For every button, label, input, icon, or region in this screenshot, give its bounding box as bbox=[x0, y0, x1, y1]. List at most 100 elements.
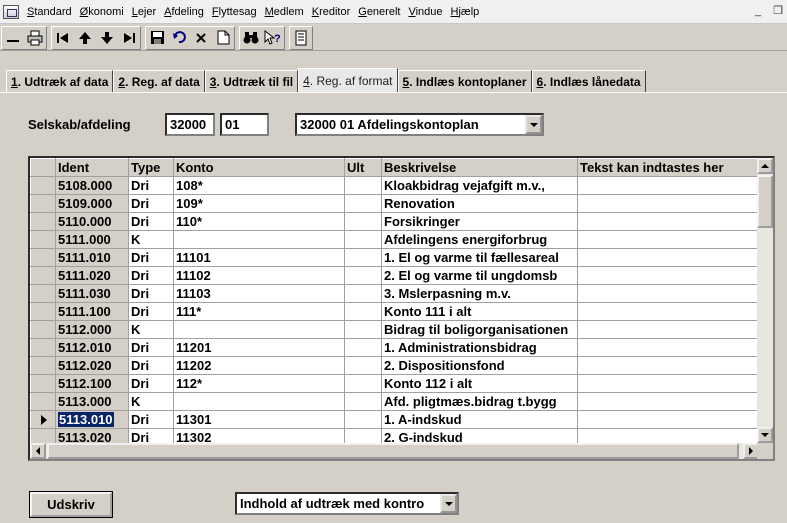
cell-ident[interactable]: 5112.020 bbox=[55, 356, 129, 375]
app-icon[interactable] bbox=[3, 4, 19, 19]
cell-text[interactable] bbox=[577, 374, 762, 393]
cell-konto[interactable] bbox=[173, 392, 345, 411]
cell-konto[interactable]: 11201 bbox=[173, 338, 345, 357]
cell-desc[interactable]: Afdelingens energiforbrug bbox=[381, 230, 578, 249]
vertical-scrollbar[interactable] bbox=[757, 158, 773, 443]
menu-item-hjælp[interactable]: Hjælp bbox=[447, 6, 484, 18]
cell-ident[interactable]: 5108.000 bbox=[55, 176, 129, 195]
menu-item-flyttesag[interactable]: Flyttesag bbox=[208, 6, 261, 18]
cell-type[interactable]: Dri bbox=[128, 176, 174, 195]
first-record-icon[interactable] bbox=[52, 27, 74, 49]
tab-1[interactable]: 1. Udtræk af data bbox=[6, 70, 114, 92]
tab-5[interactable]: 5. Indlæs kontoplaner bbox=[397, 70, 532, 92]
cell-type[interactable]: K bbox=[128, 392, 174, 411]
cell-konto[interactable]: 111* bbox=[173, 302, 345, 321]
cell-desc[interactable]: 3. Mslerpasning m.v. bbox=[381, 284, 578, 303]
cell-konto[interactable]: 110* bbox=[173, 212, 345, 231]
cell-desc[interactable]: Konto 111 i alt bbox=[381, 302, 578, 321]
previous-record-icon[interactable] bbox=[74, 27, 96, 49]
row-selector[interactable] bbox=[30, 212, 56, 231]
table-row[interactable]: 5111.100 Dri 111* Konto 111 i alt bbox=[30, 302, 762, 321]
minimize-icon[interactable] bbox=[2, 27, 24, 49]
cell-ult[interactable] bbox=[344, 248, 382, 267]
column-header-4[interactable]: Beskrivelse bbox=[381, 158, 578, 177]
cell-konto[interactable]: 11102 bbox=[173, 266, 345, 285]
table-row[interactable]: 5111.030 Dri 11103 3. Mslerpasning m.v. bbox=[30, 284, 762, 303]
tab-3[interactable]: 3. Udtræk til fil bbox=[204, 70, 299, 92]
horizontal-scroll-thumb[interactable] bbox=[47, 443, 739, 459]
menu-item-standard[interactable]: Standard bbox=[23, 6, 76, 18]
menu-item-økonomi[interactable]: Økonomi bbox=[76, 6, 128, 18]
binoculars-icon[interactable] bbox=[240, 27, 262, 49]
row-selector[interactable] bbox=[30, 248, 56, 267]
cell-ident[interactable]: 5112.010 bbox=[55, 338, 129, 357]
cell-type[interactable]: K bbox=[128, 320, 174, 339]
save-icon[interactable] bbox=[146, 27, 168, 49]
cell-konto[interactable]: 11301 bbox=[173, 410, 345, 429]
cell-text[interactable] bbox=[577, 410, 762, 429]
next-record-icon[interactable] bbox=[96, 27, 118, 49]
cell-desc[interactable]: Konto 112 i alt bbox=[381, 374, 578, 393]
company-number-input[interactable]: 32000 bbox=[165, 113, 215, 136]
cell-ident[interactable]: 5113.010 bbox=[55, 410, 129, 429]
cell-type[interactable]: Dri bbox=[128, 284, 174, 303]
row-selector[interactable] bbox=[30, 410, 56, 429]
notes-icon[interactable] bbox=[290, 27, 312, 49]
menu-item-generelt[interactable]: Generelt bbox=[354, 6, 404, 18]
cell-ult[interactable] bbox=[344, 356, 382, 375]
row-selector[interactable] bbox=[30, 176, 56, 195]
new-document-icon[interactable] bbox=[212, 27, 234, 49]
column-header-2[interactable]: Konto bbox=[173, 158, 345, 177]
tab-6[interactable]: 6. Indlæs lånedata bbox=[531, 70, 646, 92]
cell-ult[interactable] bbox=[344, 194, 382, 213]
cell-ult[interactable] bbox=[344, 284, 382, 303]
cell-ident[interactable]: 5111.010 bbox=[55, 248, 129, 267]
table-row[interactable]: 5111.010 Dri 11101 1. El og varme til fælle… bbox=[30, 248, 762, 267]
cell-text[interactable] bbox=[577, 194, 762, 213]
cell-desc[interactable]: Bidrag til boligorganisationen bbox=[381, 320, 578, 339]
table-row[interactable]: 5112.010 Dri 11201 1. Administrationsbidrag bbox=[30, 338, 762, 357]
table-row[interactable]: 5113.010 Dri 11301 1. A-indskud bbox=[30, 410, 762, 429]
table-row[interactable]: 5112.000 K Bidrag til boligorganisationen bbox=[30, 320, 762, 339]
cell-ult[interactable] bbox=[344, 338, 382, 357]
scroll-left-icon[interactable] bbox=[30, 443, 46, 459]
cell-ult[interactable] bbox=[344, 410, 382, 429]
cell-konto[interactable]: 11101 bbox=[173, 248, 345, 267]
row-selector[interactable] bbox=[30, 338, 56, 357]
cell-konto[interactable]: 109* bbox=[173, 194, 345, 213]
row-selector[interactable] bbox=[30, 392, 56, 411]
cell-konto[interactable]: 11202 bbox=[173, 356, 345, 375]
cell-konto[interactable]: 108* bbox=[173, 176, 345, 195]
table-row[interactable]: 5108.000 Dri 108* Kloakbidrag vejafgift m.v… bbox=[30, 176, 762, 195]
scroll-down-icon[interactable] bbox=[757, 427, 773, 443]
cell-desc[interactable]: 1. A-indskud bbox=[381, 410, 578, 429]
printer-icon[interactable] bbox=[24, 27, 46, 49]
cell-ident[interactable]: 5111.100 bbox=[55, 302, 129, 321]
row-selector[interactable] bbox=[30, 320, 56, 339]
chevron-down-icon[interactable] bbox=[440, 494, 457, 513]
row-selector[interactable] bbox=[30, 230, 56, 249]
horizontal-scrollbar[interactable] bbox=[30, 443, 759, 459]
cell-ult[interactable] bbox=[344, 212, 382, 231]
table-row[interactable]: 5112.020 Dri 11202 2. Dispositionsfond bbox=[30, 356, 762, 375]
menu-item-medlem[interactable]: Medlem bbox=[261, 6, 308, 18]
cell-type[interactable]: K bbox=[128, 230, 174, 249]
cell-type[interactable]: Dri bbox=[128, 356, 174, 375]
cell-ident[interactable]: 5111.030 bbox=[55, 284, 129, 303]
cell-ident[interactable]: 5110.000 bbox=[55, 212, 129, 231]
row-selector[interactable] bbox=[30, 356, 56, 375]
cell-ult[interactable] bbox=[344, 392, 382, 411]
cell-desc[interactable]: Kloakbidrag vejafgift m.v., bbox=[381, 176, 578, 195]
cell-type[interactable]: Dri bbox=[128, 194, 174, 213]
cell-text[interactable] bbox=[577, 302, 762, 321]
cell-type[interactable]: Dri bbox=[128, 266, 174, 285]
cell-ult[interactable] bbox=[344, 302, 382, 321]
department-number-input[interactable]: 01 bbox=[220, 113, 269, 136]
row-selector[interactable] bbox=[30, 266, 56, 285]
delete-icon[interactable] bbox=[190, 27, 212, 49]
cell-ident[interactable]: 5113.000 bbox=[55, 392, 129, 411]
cell-konto[interactable] bbox=[173, 230, 345, 249]
table-row[interactable]: 5111.000 K Afdelingens energiforbrug bbox=[30, 230, 762, 249]
cell-konto[interactable]: 112* bbox=[173, 374, 345, 393]
cell-text[interactable] bbox=[577, 392, 762, 411]
